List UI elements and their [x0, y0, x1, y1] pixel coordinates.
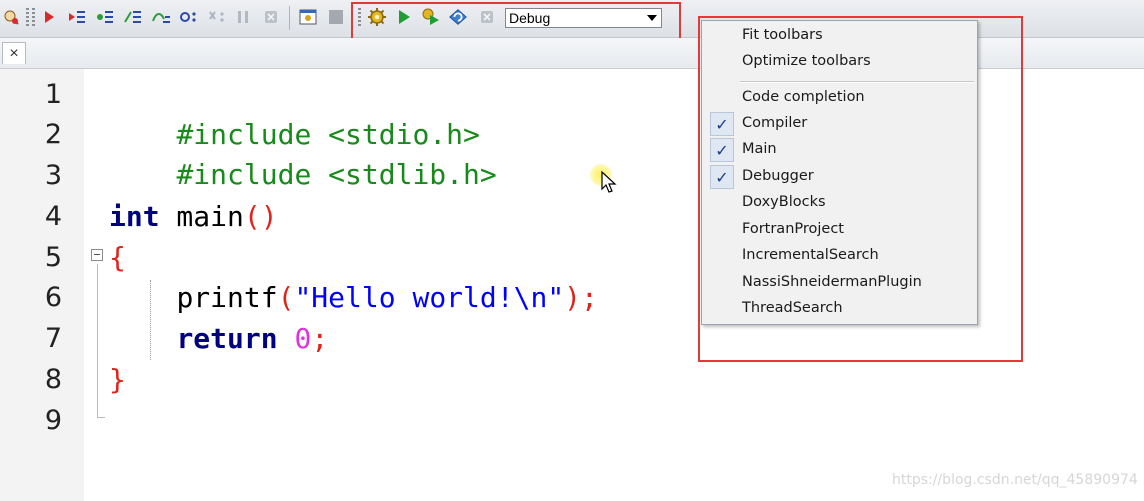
debug-info-icon[interactable]	[326, 7, 346, 27]
step-out-icon[interactable]	[123, 7, 143, 27]
code-line-4: int main()	[109, 197, 278, 237]
open-brace: {	[109, 241, 126, 274]
number-literal: 0	[294, 322, 312, 355]
close-tab-button[interactable]: ×	[2, 42, 26, 64]
code-line-6: printf("Hello world!\n");	[109, 278, 598, 318]
debug-start-icon[interactable]	[39, 7, 59, 27]
run-to-cursor-icon[interactable]	[1, 7, 21, 27]
code-line-2: #include <stdlib.h>	[109, 115, 496, 191]
debug-windows-icon[interactable]	[298, 7, 318, 27]
fold-end-marker	[97, 417, 105, 418]
close-icon: ×	[9, 44, 19, 62]
code-line-8: }	[109, 360, 126, 400]
various-info-icon[interactable]	[207, 7, 227, 27]
code-line-7: return 0;	[109, 319, 328, 359]
parentheses: ()	[243, 200, 278, 233]
return-keyword: return	[176, 322, 278, 355]
code-line-5: {	[109, 238, 126, 278]
watermark-text: https://blog.csdn.net/qq_45890974	[892, 472, 1138, 488]
open-paren: (	[277, 281, 295, 314]
function-name: main	[159, 200, 244, 233]
line-number: 3	[44, 160, 62, 191]
line-number: 9	[44, 405, 62, 436]
stop-debugger-icon[interactable]	[261, 7, 281, 27]
next-line-icon[interactable]	[67, 7, 87, 27]
fold-margin-line	[97, 264, 98, 418]
line-number: 1	[44, 79, 62, 110]
type-keyword: int	[109, 200, 160, 233]
code-line-1: #include <stdio.h>	[109, 75, 479, 151]
toolbar-separator	[289, 6, 290, 30]
close-brace: }	[109, 363, 126, 396]
step-into-icon[interactable]	[95, 7, 115, 27]
line-number: 7	[44, 323, 62, 354]
break-icon[interactable]	[233, 7, 253, 27]
step-into-instruction-icon[interactable]	[179, 7, 199, 27]
function-call: printf	[176, 281, 278, 314]
semicolon: ;	[581, 281, 598, 314]
line-number: 5	[44, 242, 62, 273]
line-number: 6	[44, 282, 62, 313]
line-number: 8	[44, 364, 62, 395]
next-instruction-icon[interactable]	[151, 7, 171, 27]
annotation-box-menu	[698, 16, 1023, 362]
fold-toggle-icon[interactable]	[91, 249, 103, 261]
preprocessor-directive: #include <stdlib.h>	[176, 158, 497, 191]
line-number: 2	[44, 119, 62, 150]
toolbar-grip[interactable]	[32, 8, 35, 28]
semicolon: ;	[311, 322, 329, 355]
line-number: 4	[44, 201, 62, 232]
mouse-pointer-icon	[601, 170, 617, 200]
toolbar-grip[interactable]	[26, 8, 29, 28]
string-literal: "Hello world!\n"	[294, 281, 565, 314]
close-paren: )	[564, 281, 582, 314]
line-number-gutter: 1 2 3 4 5 6 7 8 9	[0, 69, 84, 501]
